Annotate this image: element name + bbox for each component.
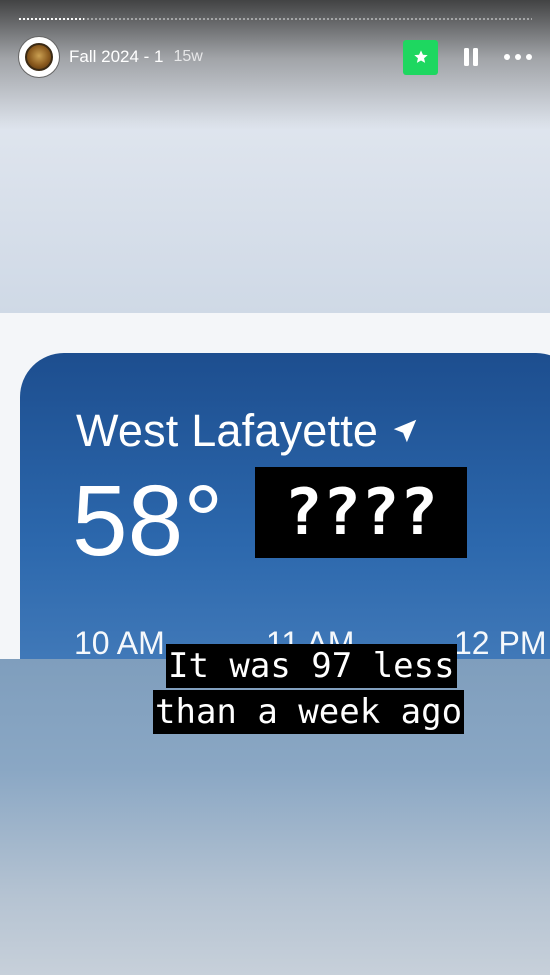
caption-line-1: It was 97 less	[166, 644, 457, 688]
caption-line-2: than a week ago	[153, 690, 465, 734]
temperature: 58°	[72, 465, 224, 577]
hour-label: 12 PM	[454, 625, 547, 659]
story-title[interactable]: Fall 2024 - 1	[69, 47, 164, 67]
story-progress-bar	[18, 18, 532, 20]
star-icon	[413, 50, 428, 63]
avatar[interactable]	[18, 36, 60, 78]
story-viewer[interactable]: Fall 2024 - 1 15w West Lafayette 58° 10 …	[0, 0, 550, 975]
story-progress-fill	[18, 18, 84, 20]
favorite-button[interactable]	[403, 39, 438, 75]
avatar-icon	[25, 43, 53, 71]
story-header: Fall 2024 - 1 15w	[18, 36, 532, 78]
question-marks-sticker: ????	[255, 467, 467, 558]
pause-icon	[464, 48, 469, 66]
more-options-button[interactable]	[504, 44, 532, 70]
more-icon	[504, 54, 510, 60]
hour-label: 10 AM	[74, 625, 165, 659]
city-label: West Lafayette	[76, 405, 420, 457]
location-arrow-icon	[393, 419, 417, 443]
story-age: 15w	[173, 48, 203, 65]
pause-button[interactable]	[458, 44, 484, 70]
